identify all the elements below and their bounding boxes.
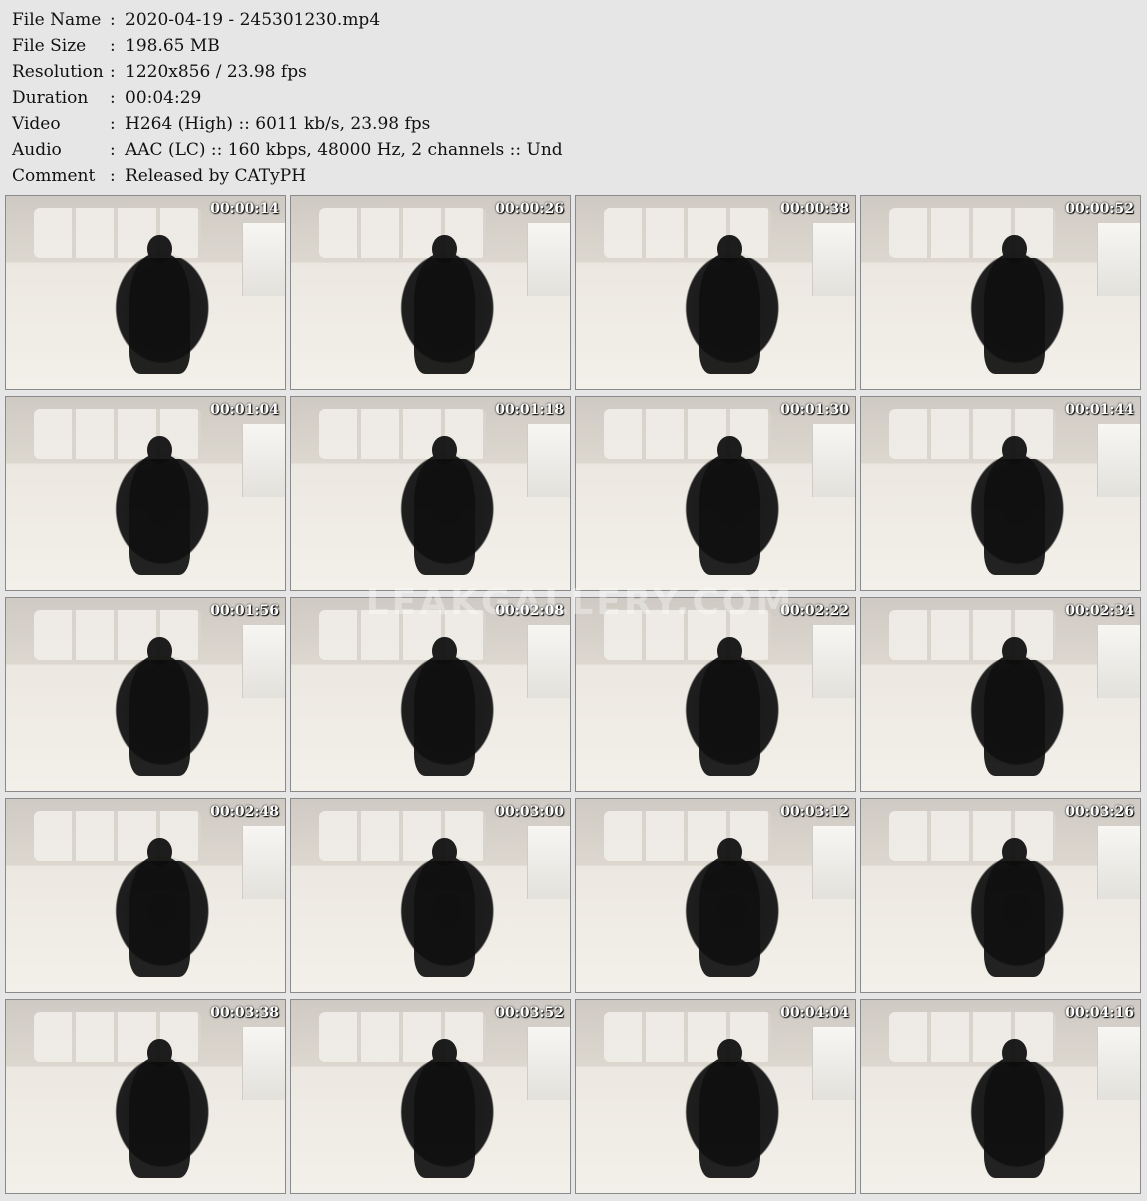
thumbnail-timestamp: 00:01:56	[210, 603, 279, 619]
meta-row-file-name: File Name : 2020-04-19 - 245301230.mp4	[12, 7, 563, 33]
thumbnail-frame: 00:02:34	[860, 597, 1141, 792]
frame-figure	[698, 234, 761, 374]
thumbnail-frame: 00:02:22	[575, 597, 856, 792]
thumbnail-timestamp: 00:00:38	[780, 201, 849, 217]
thumbnail-frame: 00:01:56	[5, 597, 286, 792]
thumbnail-frame: 00:00:14	[5, 195, 286, 390]
frame-figure	[413, 636, 476, 776]
meta-separator: :	[110, 166, 116, 186]
meta-value: 1220x856 / 23.98 fps	[125, 62, 307, 82]
meta-label: Video	[12, 114, 61, 134]
frame-figure	[698, 1038, 761, 1178]
thumbnail-frame: 00:02:48	[5, 798, 286, 993]
thumbnail-frame: 00:00:26	[290, 195, 571, 390]
meta-separator: :	[110, 62, 116, 82]
thumbnail-frame: 00:03:00	[290, 798, 571, 993]
meta-label: Comment	[12, 166, 96, 186]
meta-row-resolution: Resolution : 1220x856 / 23.98 fps	[12, 59, 563, 85]
frame-figure	[698, 636, 761, 776]
meta-value: Released by CATyPH	[125, 166, 307, 186]
frame-figure	[983, 1038, 1046, 1178]
thumbnail-frame: 00:04:04	[575, 999, 856, 1194]
frame-figure	[983, 636, 1046, 776]
meta-separator: :	[110, 36, 116, 56]
thumbnail-timestamp: 00:03:00	[495, 804, 564, 820]
meta-value: 198.65 MB	[125, 36, 220, 56]
thumbnail-frame: 00:01:04	[5, 396, 286, 591]
thumbnail-frame: 00:00:52	[860, 195, 1141, 390]
thumbnail-frame: 00:03:38	[5, 999, 286, 1194]
frame-figure	[983, 234, 1046, 374]
thumbnail-timestamp: 00:04:04	[780, 1005, 849, 1021]
meta-row-video: Video : H264 (High) :: 6011 kb/s, 23.98 …	[12, 111, 563, 137]
meta-value: 00:04:29	[125, 88, 202, 108]
meta-label: File Name	[12, 10, 102, 30]
thumbnail-frame: 00:01:44	[860, 396, 1141, 591]
thumbnail-timestamp: 00:01:44	[1065, 402, 1134, 418]
meta-separator: :	[110, 10, 116, 30]
frame-figure	[413, 1038, 476, 1178]
file-info-panel: File Name : 2020-04-19 - 245301230.mp4 F…	[12, 7, 563, 189]
frame-figure	[128, 837, 191, 977]
thumbnail-frame: 00:01:30	[575, 396, 856, 591]
thumbnail-frame: 00:03:26	[860, 798, 1141, 993]
meta-separator: :	[110, 88, 116, 108]
thumbnail-timestamp: 00:00:52	[1065, 201, 1134, 217]
meta-label: Audio	[12, 140, 62, 160]
thumbnail-frame: 00:03:52	[290, 999, 571, 1194]
thumbnail-frame: 00:01:18	[290, 396, 571, 591]
thumbnail-timestamp: 00:02:34	[1065, 603, 1134, 619]
frame-figure	[128, 1038, 191, 1178]
thumbnail-timestamp: 00:00:14	[210, 201, 279, 217]
thumbnail-timestamp: 00:02:22	[780, 603, 849, 619]
meta-separator: :	[110, 114, 116, 134]
thumbnail-timestamp: 00:04:16	[1065, 1005, 1134, 1021]
frame-figure	[128, 636, 191, 776]
meta-row-audio: Audio : AAC (LC) :: 160 kbps, 48000 Hz, …	[12, 137, 563, 163]
frame-figure	[698, 435, 761, 575]
thumbnail-timestamp: 00:03:38	[210, 1005, 279, 1021]
frame-figure	[128, 234, 191, 374]
thumbnail-timestamp: 00:01:30	[780, 402, 849, 418]
thumbnail-timestamp: 00:03:52	[495, 1005, 564, 1021]
meta-label: Duration	[12, 88, 89, 108]
thumbnail-timestamp: 00:02:48	[210, 804, 279, 820]
thumbnail-timestamp: 00:00:26	[495, 201, 564, 217]
thumbnail-timestamp: 00:02:08	[495, 603, 564, 619]
meta-label: Resolution	[12, 62, 104, 82]
frame-figure	[413, 837, 476, 977]
thumbnail-timestamp: 00:01:04	[210, 402, 279, 418]
frame-figure	[128, 435, 191, 575]
thumbnail-timestamp: 00:03:12	[780, 804, 849, 820]
frame-figure	[983, 837, 1046, 977]
meta-label: File Size	[12, 36, 87, 56]
meta-value: 2020-04-19 - 245301230.mp4	[125, 10, 381, 30]
thumbnail-frame: 00:03:12	[575, 798, 856, 993]
meta-value: H264 (High) :: 6011 kb/s, 23.98 fps	[125, 114, 431, 134]
thumbnail-grid: 00:00:14 00:00:26 00:00:38 00:00:52 00:0…	[5, 195, 1141, 1194]
frame-figure	[413, 234, 476, 374]
thumbnail-frame: 00:00:38	[575, 195, 856, 390]
meta-row-duration: Duration : 00:04:29	[12, 85, 563, 111]
thumbnail-timestamp: 00:03:26	[1065, 804, 1134, 820]
meta-row-comment: Comment : Released by CATyPH	[12, 163, 563, 189]
thumbnail-timestamp: 00:01:18	[495, 402, 564, 418]
meta-row-file-size: File Size : 198.65 MB	[12, 33, 563, 59]
frame-figure	[413, 435, 476, 575]
meta-value: AAC (LC) :: 160 kbps, 48000 Hz, 2 channe…	[125, 140, 563, 160]
frame-figure	[983, 435, 1046, 575]
frame-figure	[698, 837, 761, 977]
meta-separator: :	[110, 140, 116, 160]
thumbnail-frame: 00:02:08	[290, 597, 571, 792]
thumbnail-frame: 00:04:16	[860, 999, 1141, 1194]
